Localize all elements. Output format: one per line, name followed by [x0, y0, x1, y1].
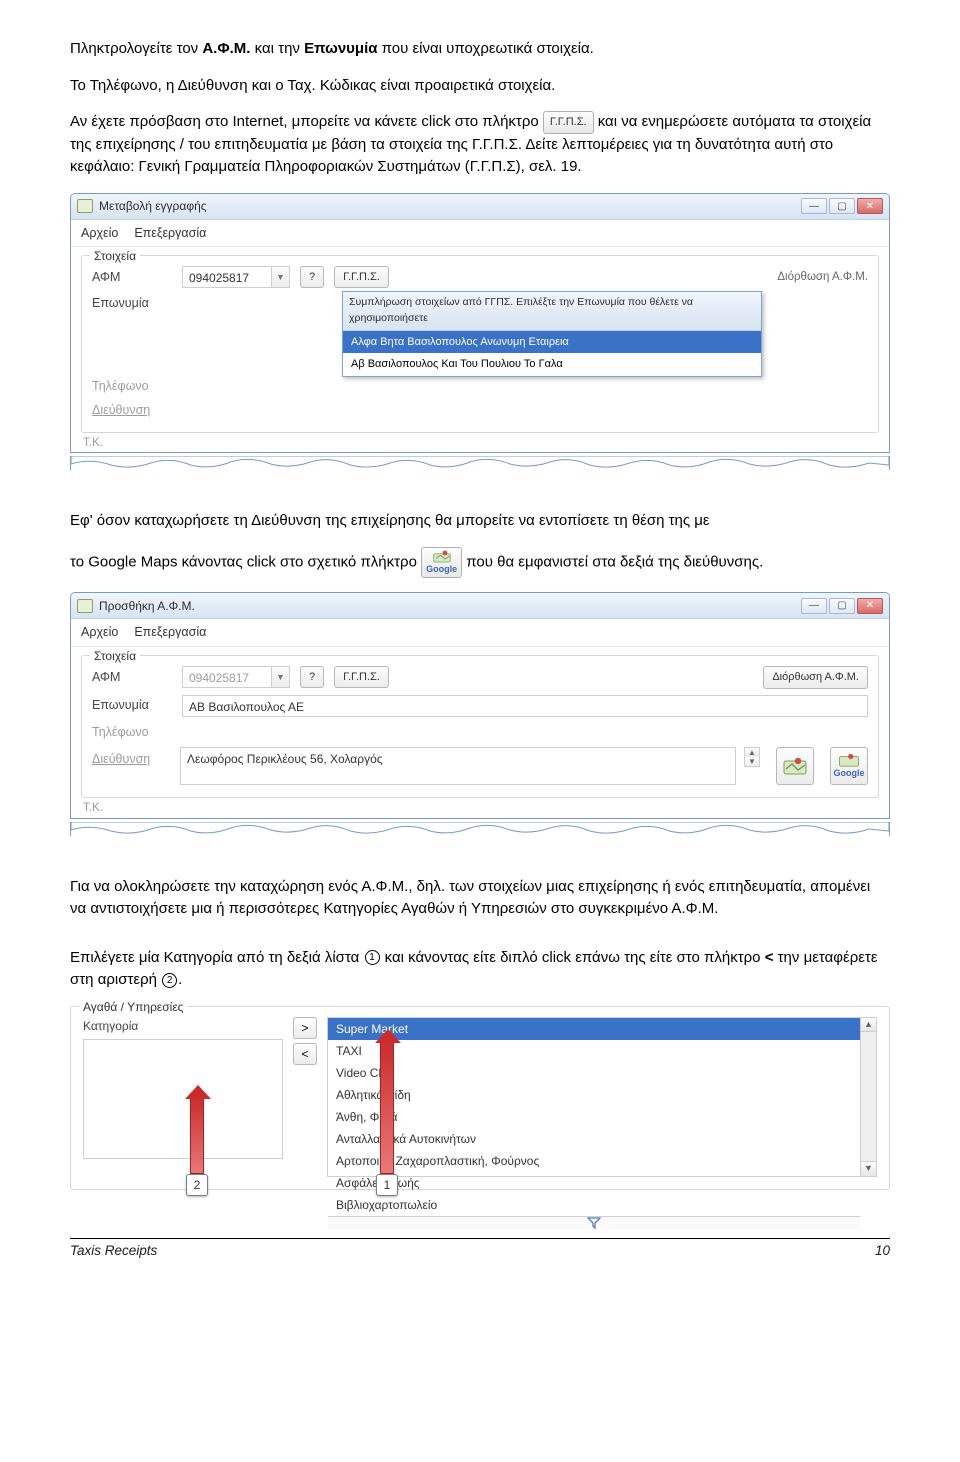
list-item[interactable]: TAXI [328, 1040, 860, 1062]
label-tilefono: Τηλέφωνο [92, 723, 172, 742]
move-right-button[interactable]: > [293, 1017, 317, 1039]
footer-left: Taxis Receipts [70, 1241, 157, 1261]
group-title: Στοιχεία [90, 247, 140, 265]
help-button[interactable]: ? [300, 266, 324, 288]
list-item[interactable]: Άνθη, Φυτά [328, 1106, 860, 1128]
group-title-2: Στοιχεία [90, 647, 140, 665]
callout-arrow-1 [380, 1040, 394, 1174]
torn-edge-2 [70, 822, 890, 836]
list-item[interactable]: Βιβλιοχαρτοπωλείο [328, 1194, 860, 1216]
intro-paragraph-2: Το Τηλέφωνο, η Διεύθυνση και ο Ταχ. Κώδι… [70, 75, 890, 98]
menubar-2: Αρχείο Επεξεργασία [71, 619, 889, 647]
window-add-afm: Προσθήκη Α.Φ.Μ. — ▢ ✕ Αρχείο Επεξεργασία… [70, 592, 890, 818]
fix-afm-button[interactable]: Διόρθωση Α.Φ.Μ. [763, 666, 868, 689]
label-eponymia: Επωνυμία [92, 696, 172, 715]
app-icon [77, 599, 93, 613]
list-item[interactable]: Ανταλλακτικά Αυτοκινήτων [328, 1128, 860, 1150]
label-tk: Τ.Κ. [83, 435, 889, 452]
group-stoixeia-2: Στοιχεία ΑΦΜ 094025817 ▼ ? Γ.Γ.Π.Σ. Διόρ… [81, 655, 879, 798]
list-item[interactable]: Super Market [328, 1018, 860, 1040]
window-title-2: Προσθήκη Α.Φ.Μ. [99, 597, 195, 615]
minimize-button[interactable]: — [801, 598, 827, 614]
ggps-button[interactable]: Γ.Γ.Π.Σ. [334, 266, 389, 288]
minimize-button[interactable]: — [801, 198, 827, 214]
paragraph-select-category: Επιλέγετε μία Κατηγορία από τη δεξιά λίσ… [70, 947, 890, 992]
dropdown-item-2[interactable]: Αβ Βασιλοπουλος Και Του Πουλιου Το Γαλα [343, 353, 761, 376]
label-afm: ΑΦΜ [92, 268, 172, 287]
available-categories-list[interactable]: Super Market TAXI Video Club Αθλητικά Εί… [327, 1017, 861, 1177]
titlebar: Μεταβολή εγγραφής — ▢ ✕ [71, 194, 889, 220]
torn-edge [70, 456, 890, 470]
paragraph-google-intro: Εφ' όσον καταχωρήσετε τη Διεύθυνση της ε… [70, 510, 890, 533]
intro-paragraph-3: Αν έχετε πρόσβαση στο Internet, μπορείτε… [70, 111, 890, 179]
page-footer: Taxis Receipts 10 [70, 1239, 890, 1261]
afm-field[interactable]: 094025817 [182, 266, 272, 288]
app-icon [77, 199, 93, 213]
google-maps-button[interactable]: Google [830, 747, 868, 785]
afm-dropdown-arrow[interactable]: ▼ [272, 666, 290, 688]
address-stepper[interactable]: ▲▼ [744, 747, 760, 767]
help-button[interactable]: ? [300, 666, 324, 688]
selected-categories-list[interactable] [83, 1039, 283, 1159]
ggps-button[interactable]: Γ.Γ.Π.Σ. [334, 666, 389, 688]
list-item[interactable]: Ασφάλεια Ζωής [328, 1172, 860, 1194]
dieuthinsi-field[interactable]: Λεωφόρος Περικλέους 56, Χολαργός [180, 747, 736, 785]
filter-icon[interactable] [328, 1216, 860, 1229]
menu-file[interactable]: Αρχείο [81, 224, 118, 243]
group-stoixeia: Στοιχεία ΑΦΜ 094025817 ▼ ? Γ.Γ.Π.Σ. Διόρ… [81, 255, 879, 433]
list-item[interactable]: Αθλητικά Είδη [328, 1084, 860, 1106]
intro-paragraph-1: Πληκτρολογείτε τον Α.Φ.Μ. και την Επωνυμ… [70, 38, 890, 61]
dropdown-item-1[interactable]: Αλφα Βητα Βασιλοπουλος Ανωνυμη Εταιρεια [343, 331, 761, 354]
label-tilefono: Τηλέφωνο [92, 377, 172, 396]
menu-file[interactable]: Αρχείο [81, 623, 118, 642]
paragraph-finish: Για να ολοκληρώσετε την καταχώρηση ενός … [70, 876, 890, 921]
maximize-button[interactable]: ▢ [829, 198, 855, 214]
list-item[interactable]: Αρτοποιία, Ζαχαροπλαστική, Φούρνος [328, 1150, 860, 1172]
footer-page-number: 10 [875, 1241, 890, 1261]
window-title: Μεταβολή εγγραφής [99, 197, 207, 215]
afm-field[interactable]: 094025817 [182, 666, 272, 688]
close-button[interactable]: ✕ [857, 198, 883, 214]
paragraph-google-btn: το Google Maps κάνοντας click στο σχετικ… [70, 547, 890, 579]
map-plain-button[interactable] [776, 747, 814, 785]
eponymia-field[interactable]: ΑΒ Βασιλοπουλος ΑΕ [182, 695, 868, 717]
label-dieuthinsi: Διεύθυνση [92, 401, 172, 420]
ggps-dropdown-popup: Συμπλήρωση στοιχείων από ΓΓΠΣ. Επιλέξτε … [342, 291, 762, 377]
label-afm: ΑΦΜ [92, 668, 172, 687]
callout-badge-1: 1 [376, 1174, 398, 1196]
label-eponymia: Επωνυμία [92, 294, 172, 313]
scrollbar[interactable]: ▲ ▼ [861, 1017, 877, 1177]
dropdown-header: Συμπλήρωση στοιχείων από ΓΓΠΣ. Επιλέξτε … [343, 292, 761, 331]
move-left-button[interactable]: < [293, 1043, 317, 1065]
label-category: Κατηγορία [83, 1017, 283, 1035]
fix-afm-partial: Διόρθωση Α.Φ.Μ. [777, 269, 868, 286]
google-maps-inline-button: Google [421, 547, 462, 579]
goods-title: Αγαθά / Υπηρεσίες [79, 998, 187, 1016]
menubar: Αρχείο Επεξεργασία [71, 220, 889, 248]
list-item[interactable]: Video Club [328, 1062, 860, 1084]
label-dieuthinsi: Διεύθυνση [92, 747, 172, 769]
window-edit-record: Μεταβολή εγγραφής — ▢ ✕ Αρχείο Επεξεργασ… [70, 193, 890, 454]
close-button[interactable]: ✕ [857, 598, 883, 614]
menu-edit[interactable]: Επεξεργασία [134, 623, 206, 642]
callout-badge-2: 2 [186, 1174, 208, 1196]
maximize-button[interactable]: ▢ [829, 598, 855, 614]
callout-arrow-2 [190, 1096, 204, 1174]
ggps-inline-button: Γ.Γ.Π.Σ. [543, 111, 594, 134]
afm-dropdown-arrow[interactable]: ▼ [272, 266, 290, 288]
titlebar-2: Προσθήκη Α.Φ.Μ. — ▢ ✕ [71, 593, 889, 619]
label-tk-2: Τ.Κ. [83, 800, 889, 817]
menu-edit[interactable]: Επεξεργασία [134, 224, 206, 243]
